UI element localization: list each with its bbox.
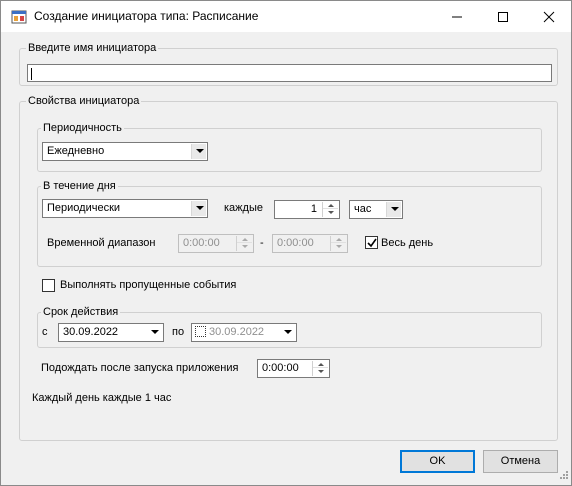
spin-up-icon[interactable]: [313, 361, 328, 368]
unit-select[interactable]: час: [349, 200, 403, 219]
chevron-down-icon[interactable]: [191, 201, 206, 216]
minimize-icon: [452, 16, 462, 18]
wait-label: Подождать после запуска приложения: [41, 362, 239, 374]
chevron-down-icon[interactable]: [191, 144, 206, 159]
dialog-window: Создание инициатора типа: Расписание Вве…: [0, 0, 572, 486]
spin-down-icon: [237, 243, 252, 250]
chevron-down-icon[interactable]: [280, 325, 295, 340]
validity-from-label: с: [42, 326, 48, 338]
validity-to-checkbox[interactable]: [195, 326, 206, 337]
spinner-arrows[interactable]: [312, 361, 328, 376]
day-mode-selected: Периодически: [47, 202, 121, 214]
checkmark-icon: [367, 238, 377, 248]
minimize-button[interactable]: [434, 1, 480, 32]
chevron-down-icon[interactable]: [147, 325, 162, 340]
close-button[interactable]: [526, 1, 572, 32]
validity-to-datepicker[interactable]: 30.09.2022: [191, 323, 297, 342]
spin-up-icon[interactable]: [323, 202, 338, 209]
periodicity-label: Периодичность: [41, 121, 124, 135]
text-caret: [31, 68, 32, 80]
spin-down-icon[interactable]: [323, 209, 338, 216]
spin-down-icon[interactable]: [313, 368, 328, 375]
initiator-name-input[interactable]: [27, 64, 552, 82]
maximize-button[interactable]: [480, 1, 526, 32]
validity-from-datepicker[interactable]: 30.09.2022: [58, 323, 164, 342]
during-day-label: В течение дня: [41, 179, 118, 193]
app-window-icon: [11, 9, 27, 25]
name-groupbox: Введите имя инициатора: [19, 41, 558, 86]
every-value-spinner[interactable]: 1: [274, 200, 340, 219]
spinner-arrows: [330, 236, 346, 251]
spin-down-icon: [331, 243, 346, 250]
missed-events-label[interactable]: Выполнять пропущенные события: [60, 279, 236, 291]
range-from-spinner: 0:00:00: [178, 234, 254, 253]
range-separator: -: [260, 237, 264, 249]
cancel-button[interactable]: Отмена: [483, 450, 558, 473]
all-day-checkbox[interactable]: [365, 236, 378, 249]
unit-selected: час: [354, 203, 372, 215]
during-day-groupbox: В течение дня Периодически каждые 1 час …: [37, 179, 542, 267]
time-range-label: Временной диапазон: [47, 237, 156, 249]
properties-groupbox: Свойства инициатора Периодичность Ежедне…: [19, 94, 558, 441]
validity-label: Срок действия: [41, 305, 121, 319]
range-to-spinner: 0:00:00: [272, 234, 348, 253]
resize-grip-icon[interactable]: [559, 470, 569, 483]
close-icon: [543, 11, 555, 23]
every-value: 1: [310, 203, 317, 215]
chevron-down-icon[interactable]: [386, 202, 401, 217]
periodicity-select[interactable]: Ежедневно: [42, 142, 208, 161]
range-to-value: 0:00:00: [277, 237, 314, 249]
spin-up-icon: [237, 236, 252, 243]
ok-button[interactable]: OK: [400, 450, 475, 473]
validity-to-value: 30.09.2022: [209, 326, 265, 338]
schedule-summary: Каждый день каждые 1 час: [32, 392, 172, 404]
name-group-label: Введите имя инициатора: [26, 41, 159, 55]
window-title: Создание инициатора типа: Расписание: [34, 9, 259, 23]
validity-to-label: по: [172, 326, 185, 338]
spinner-arrows: [236, 236, 252, 251]
every-label: каждые: [224, 202, 263, 214]
properties-group-label: Свойства инициатора: [26, 94, 142, 108]
periodicity-groupbox: Периодичность Ежедневно: [37, 121, 542, 172]
missed-events-checkbox[interactable]: [42, 279, 55, 292]
validity-groupbox: Срок действия с 30.09.2022 по 30.09.2022: [37, 305, 542, 348]
title-bar[interactable]: Создание инициатора типа: Расписание: [1, 1, 571, 32]
range-from-value: 0:00:00: [183, 237, 220, 249]
periodicity-selected: Ежедневно: [47, 145, 105, 157]
spin-up-icon: [331, 236, 346, 243]
maximize-icon: [498, 12, 508, 22]
wait-spinner[interactable]: 0:00:00: [257, 359, 330, 378]
all-day-label[interactable]: Весь день: [381, 237, 433, 249]
spinner-arrows[interactable]: [322, 202, 338, 217]
day-mode-select[interactable]: Периодически: [42, 199, 208, 218]
wait-value: 0:00:00: [262, 362, 299, 374]
validity-from-value: 30.09.2022: [63, 326, 119, 338]
